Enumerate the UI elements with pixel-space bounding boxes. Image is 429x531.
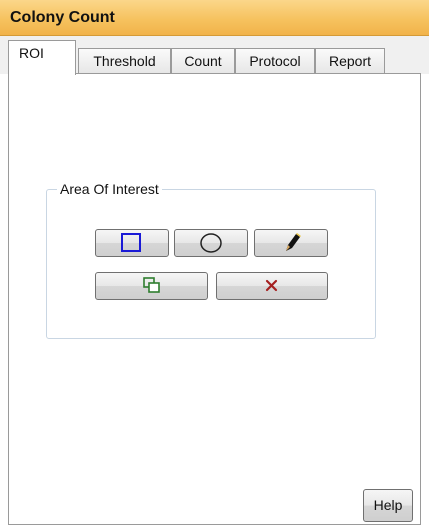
circle-icon — [200, 233, 222, 253]
tab-threshold[interactable]: Threshold — [78, 48, 171, 74]
area-of-interest-group: Area Of Interest — [46, 180, 376, 339]
delete-roi-button[interactable] — [216, 272, 328, 300]
help-button[interactable]: Help — [363, 489, 413, 522]
rectangle-roi-button[interactable] — [95, 229, 169, 257]
tab-roi[interactable]: ROI — [8, 40, 76, 75]
copy-shapes-icon — [143, 277, 160, 293]
delete-x-icon — [265, 279, 278, 292]
tab-strip: ROI Threshold Count Protocol Report — [0, 36, 429, 75]
freehand-roi-button[interactable] — [254, 229, 328, 257]
tab-report[interactable]: Report — [315, 48, 385, 74]
area-of-interest-label: Area Of Interest — [57, 180, 162, 198]
tab-protocol[interactable]: Protocol — [235, 48, 315, 74]
tab-count[interactable]: Count — [171, 48, 235, 74]
window-title-bar: Colony Count — [0, 0, 429, 36]
circle-roi-button[interactable] — [174, 229, 248, 257]
roi-tab-panel: Area Of Interest — [8, 73, 421, 525]
rectangle-icon — [121, 233, 141, 252]
pencil-icon — [286, 233, 301, 251]
window-title: Colony Count — [10, 9, 115, 26]
colony-count-window: Colony Count ROI Threshold Count Protoco… — [0, 0, 429, 531]
copy-roi-button[interactable] — [95, 272, 208, 300]
